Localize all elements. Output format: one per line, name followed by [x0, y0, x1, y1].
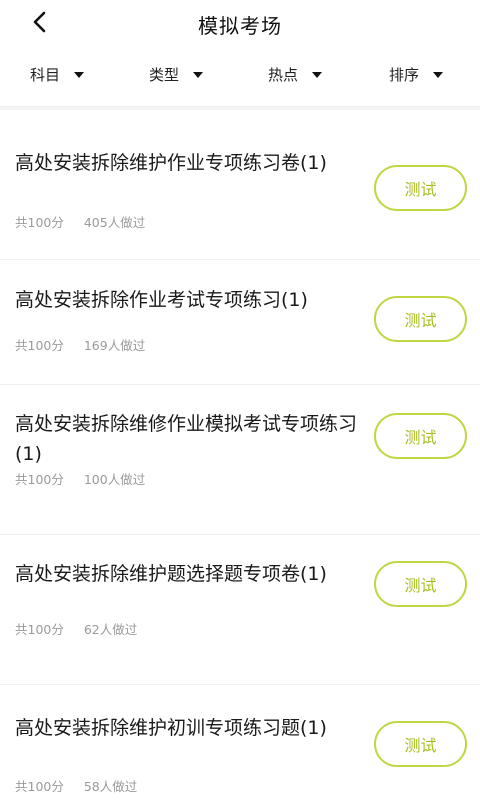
exam-item[interactable]: 高处安装拆除作业考试专项练习(1) 共100分 169人做过 测试: [0, 260, 480, 385]
exam-title: 高处安装拆除维护初训专项练习题(1): [15, 717, 327, 739]
caret-down-icon: [193, 72, 204, 78]
test-button[interactable]: 测试: [374, 413, 467, 459]
test-button[interactable]: 测试: [374, 561, 467, 607]
app-header: 模拟考场: [0, 0, 480, 46]
test-button[interactable]: 测试: [374, 165, 467, 211]
exam-score: 共100分: [15, 215, 64, 230]
exam-count: 100人做过: [83, 472, 146, 487]
filter-label: 科目: [30, 66, 61, 84]
exam-meta: 共100分 62人做过: [15, 619, 137, 638]
exam-meta: 共100分 58人做过: [15, 776, 137, 795]
filter-label: 热点: [268, 66, 299, 84]
exam-meta: 共100分 100人做过: [15, 469, 145, 488]
exam-title: 高处安装拆除维护题选择题专项卷(1): [15, 563, 327, 585]
exam-score: 共100分: [15, 338, 64, 353]
caret-down-icon: [433, 72, 444, 78]
exam-item[interactable]: 高处安装拆除维护作业专项练习卷(1) 共100分 405人做过 测试: [0, 110, 480, 260]
exam-title: 高处安装拆除作业考试专项练习(1): [15, 289, 308, 311]
exam-count: 62人做过: [83, 622, 138, 637]
exam-score: 共100分: [15, 622, 64, 637]
filter-sort[interactable]: 排序: [389, 64, 444, 85]
exam-item[interactable]: 高处安装拆除维修作业模拟考试专项练习(1) 共100分 100人做过 测试: [0, 385, 480, 535]
exam-count: 58人做过: [83, 779, 138, 794]
exam-count: 169人做过: [83, 338, 146, 353]
caret-down-icon: [312, 72, 323, 78]
filter-type[interactable]: 类型: [149, 64, 204, 85]
exam-item[interactable]: 高处安装拆除维护初训专项练习题(1) 共100分 58人做过 测试: [0, 685, 480, 800]
filter-hot[interactable]: 热点: [268, 64, 323, 85]
page-title: 模拟考场: [198, 14, 282, 38]
exam-meta: 共100分 405人做过: [15, 212, 145, 231]
exam-title: 高处安装拆除维护作业专项练习卷(1): [15, 152, 327, 174]
filter-label: 排序: [389, 66, 420, 84]
exam-item[interactable]: 高处安装拆除维护题选择题专项卷(1) 共100分 62人做过 测试: [0, 535, 480, 685]
exam-score: 共100分: [15, 472, 64, 487]
filter-subject[interactable]: 科目: [30, 64, 85, 85]
exam-score: 共100分: [15, 779, 64, 794]
caret-down-icon: [74, 72, 85, 78]
exam-title: 高处安装拆除维修作业模拟考试专项练习(1): [15, 413, 358, 465]
filter-label: 类型: [149, 66, 180, 84]
test-button[interactable]: 测试: [374, 721, 467, 767]
test-button[interactable]: 测试: [374, 296, 467, 342]
exam-meta: 共100分 169人做过: [15, 335, 145, 354]
exam-count: 405人做过: [83, 215, 146, 230]
exam-list: 高处安装拆除维护作业专项练习卷(1) 共100分 405人做过 测试 高处安装拆…: [0, 106, 480, 800]
filter-bar: 科目 类型 热点 排序: [0, 56, 480, 96]
